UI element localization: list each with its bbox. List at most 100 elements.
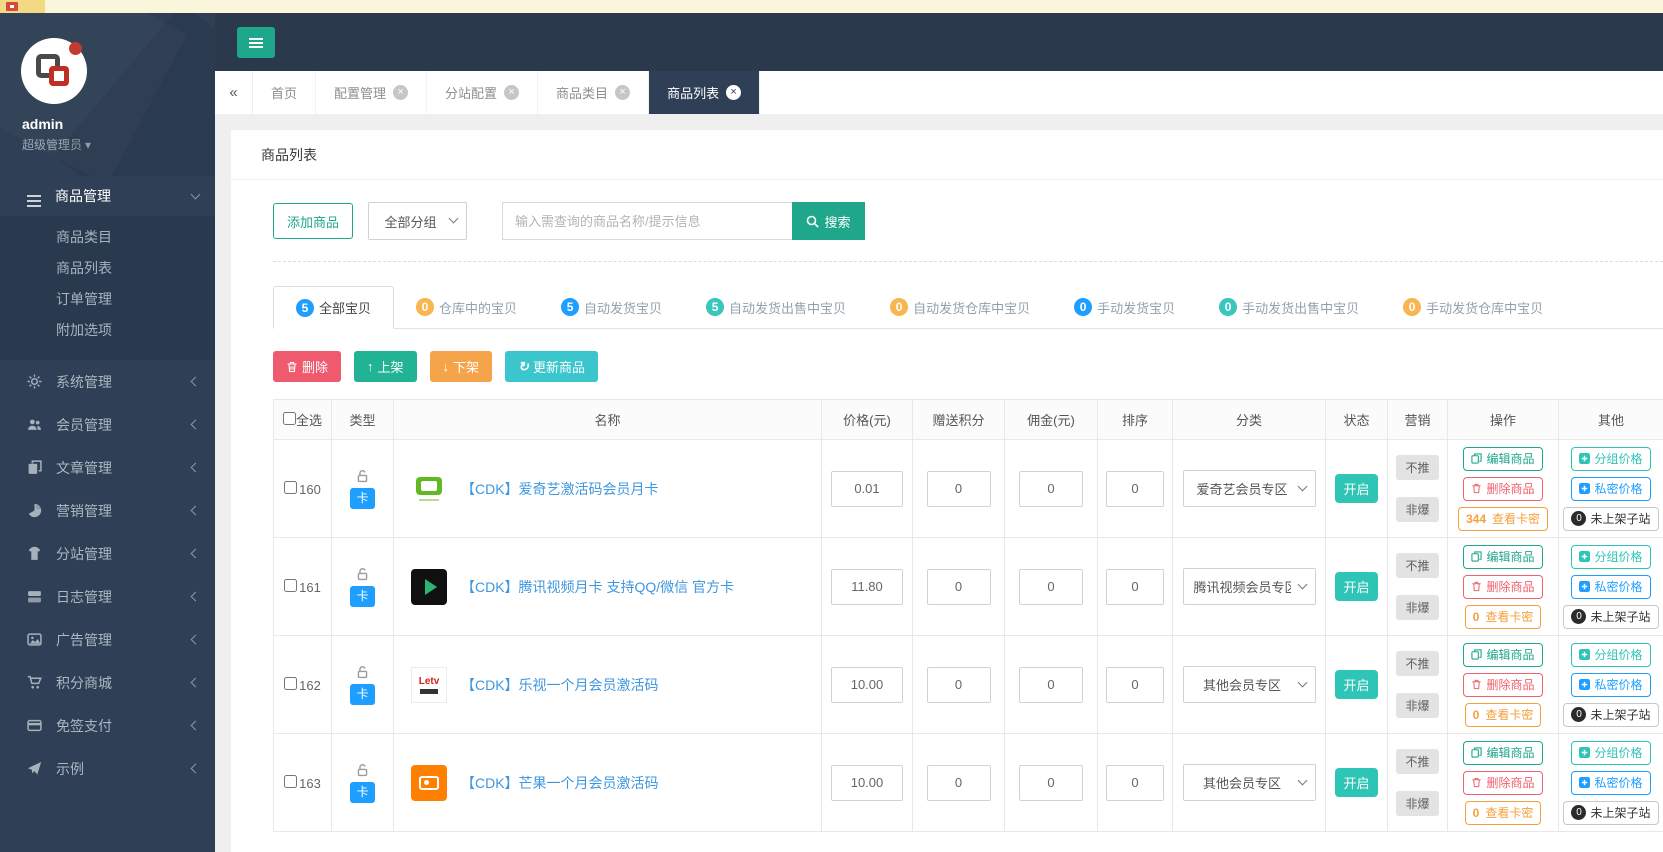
- group-price-button[interactable]: 分组价格: [1571, 447, 1650, 471]
- stock-filter-tab[interactable]: 0 手动发货出售中宝贝: [1197, 286, 1381, 328]
- sidebar-subitem[interactable]: 商品列表: [0, 253, 215, 284]
- stock-filter-tab[interactable]: 0 仓库中的宝贝: [394, 286, 539, 328]
- product-name-link[interactable]: 【CDK】爱奇艺激活码会员月卡: [461, 479, 659, 499]
- commission-input[interactable]: [1019, 765, 1083, 801]
- sidebar-item-goods[interactable]: 商品管理: [0, 176, 215, 216]
- sidebar-item-marketing[interactable]: 营销管理: [0, 489, 215, 532]
- not-recommended-badge[interactable]: 不推: [1396, 455, 1438, 480]
- tab-substation-config[interactable]: 分站配置: [427, 71, 538, 114]
- points-input[interactable]: [927, 471, 991, 507]
- delete-product-button[interactable]: 删除商品: [1463, 673, 1542, 697]
- sidebar-item-payment[interactable]: 免签支付: [0, 704, 215, 747]
- status-badge[interactable]: 开启: [1335, 572, 1377, 601]
- sidebar-item-ads[interactable]: 广告管理: [0, 618, 215, 661]
- browser-tab[interactable]: [0, 0, 45, 13]
- status-badge[interactable]: 开启: [1335, 768, 1377, 797]
- group-price-button[interactable]: 分组价格: [1571, 643, 1650, 667]
- edit-product-button[interactable]: 编辑商品: [1463, 447, 1542, 471]
- avatar[interactable]: [21, 38, 87, 104]
- add-product-button[interactable]: 添加商品: [273, 203, 353, 239]
- unlock-icon[interactable]: [355, 469, 370, 484]
- category-select[interactable]: 其他会员专区: [1183, 764, 1316, 801]
- bulk-delete-button[interactable]: 删除: [273, 351, 341, 382]
- unlock-icon[interactable]: [355, 763, 370, 778]
- points-input[interactable]: [927, 765, 991, 801]
- not-recommended-badge[interactable]: 不推: [1396, 749, 1438, 774]
- private-price-button[interactable]: 私密价格: [1571, 771, 1650, 795]
- status-badge[interactable]: 开启: [1335, 670, 1377, 699]
- close-icon[interactable]: [615, 85, 630, 100]
- row-checkbox[interactable]: [284, 481, 297, 494]
- tab-goods-category[interactable]: 商品类目: [538, 71, 649, 114]
- tab-config[interactable]: 配置管理: [316, 71, 427, 114]
- row-checkbox[interactable]: [284, 775, 297, 788]
- sidebar-subitem[interactable]: 附加选项: [0, 315, 215, 346]
- unlock-icon[interactable]: [355, 567, 370, 582]
- sidebar-item-substations[interactable]: 分站管理: [0, 532, 215, 575]
- delete-product-button[interactable]: 删除商品: [1463, 575, 1542, 599]
- product-name-link[interactable]: 【CDK】乐视一个月会员激活码: [461, 675, 659, 695]
- unlock-icon[interactable]: [355, 665, 370, 680]
- not-hot-badge[interactable]: 非爆: [1396, 791, 1438, 816]
- search-button[interactable]: 搜索: [792, 202, 865, 240]
- category-select[interactable]: 爱奇艺会员专区: [1183, 470, 1316, 507]
- group-price-button[interactable]: 分组价格: [1571, 741, 1650, 765]
- sidebar-item-logs[interactable]: 日志管理: [0, 575, 215, 618]
- not-hot-badge[interactable]: 非爆: [1396, 693, 1438, 718]
- put-on-shelf-button[interactable]: 上架: [354, 351, 417, 382]
- sidebar-subitem[interactable]: 订单管理: [0, 284, 215, 315]
- not-hot-badge[interactable]: 非爆: [1396, 595, 1438, 620]
- group-price-button[interactable]: 分组价格: [1571, 545, 1650, 569]
- tab-home[interactable]: 首页: [253, 71, 316, 114]
- edit-product-button[interactable]: 编辑商品: [1463, 643, 1542, 667]
- stock-filter-tab[interactable]: 5 自动发货出售中宝贝: [684, 286, 868, 328]
- sidebar-subitem[interactable]: 商品类目: [0, 222, 215, 253]
- delete-product-button[interactable]: 删除商品: [1463, 477, 1542, 501]
- private-price-button[interactable]: 私密价格: [1571, 673, 1650, 697]
- stock-filter-tab[interactable]: 0 手动发货宝贝: [1052, 286, 1197, 328]
- commission-input[interactable]: [1019, 471, 1083, 507]
- sidebar-item-examples[interactable]: 示例: [0, 747, 215, 790]
- points-input[interactable]: [927, 667, 991, 703]
- delete-product-button[interactable]: 删除商品: [1463, 771, 1542, 795]
- stock-filter-tab[interactable]: 0 手动发货仓库中宝贝: [1381, 286, 1565, 328]
- sort-input[interactable]: [1106, 765, 1164, 801]
- sort-input[interactable]: [1106, 569, 1164, 605]
- stock-filter-tab[interactable]: 5 自动发货宝贝: [539, 286, 684, 328]
- category-select[interactable]: 其他会员专区: [1183, 666, 1316, 703]
- price-input[interactable]: [831, 765, 903, 801]
- sidebar-item-points-mall[interactable]: 积分商城: [0, 661, 215, 704]
- sidebar-item-system[interactable]: 系统管理: [0, 360, 215, 403]
- sidebar-item-members[interactable]: 会员管理: [0, 403, 215, 446]
- offline-substations-button[interactable]: 0 未上架子站: [1563, 703, 1658, 727]
- sort-input[interactable]: [1106, 667, 1164, 703]
- search-input[interactable]: [502, 202, 792, 240]
- private-price-button[interactable]: 私密价格: [1571, 575, 1650, 599]
- offline-substations-button[interactable]: 0 未上架子站: [1563, 801, 1658, 825]
- take-off-shelf-button[interactable]: 下架: [430, 351, 493, 382]
- view-cards-button[interactable]: 0查看卡密: [1465, 801, 1542, 825]
- product-name-link[interactable]: 【CDK】芒果一个月会员激活码: [461, 773, 659, 793]
- stock-filter-tab[interactable]: 5 全部宝贝: [273, 286, 394, 329]
- row-checkbox[interactable]: [284, 579, 297, 592]
- select-all-checkbox[interactable]: [283, 412, 296, 425]
- points-input[interactable]: [927, 569, 991, 605]
- offline-substations-button[interactable]: 0 未上架子站: [1563, 605, 1658, 629]
- edit-product-button[interactable]: 编辑商品: [1463, 741, 1542, 765]
- close-icon[interactable]: [393, 85, 408, 100]
- collapse-tabs-button[interactable]: [215, 71, 253, 114]
- view-cards-button[interactable]: 344查看卡密: [1458, 507, 1548, 531]
- not-hot-badge[interactable]: 非爆: [1396, 497, 1438, 522]
- stock-filter-tab[interactable]: 0 自动发货仓库中宝贝: [868, 286, 1052, 328]
- sort-input[interactable]: [1106, 471, 1164, 507]
- price-input[interactable]: [831, 569, 903, 605]
- category-select[interactable]: 腾讯视频会员专区: [1183, 568, 1316, 605]
- product-name-link[interactable]: 【CDK】腾讯视频月卡 支持QQ/微信 官方卡: [461, 577, 734, 597]
- not-recommended-badge[interactable]: 不推: [1396, 651, 1438, 676]
- price-input[interactable]: [831, 667, 903, 703]
- view-cards-button[interactable]: 0查看卡密: [1465, 703, 1542, 727]
- row-checkbox[interactable]: [284, 677, 297, 690]
- not-recommended-badge[interactable]: 不推: [1396, 553, 1438, 578]
- sidebar-toggle-button[interactable]: [237, 27, 275, 58]
- price-input[interactable]: [831, 471, 903, 507]
